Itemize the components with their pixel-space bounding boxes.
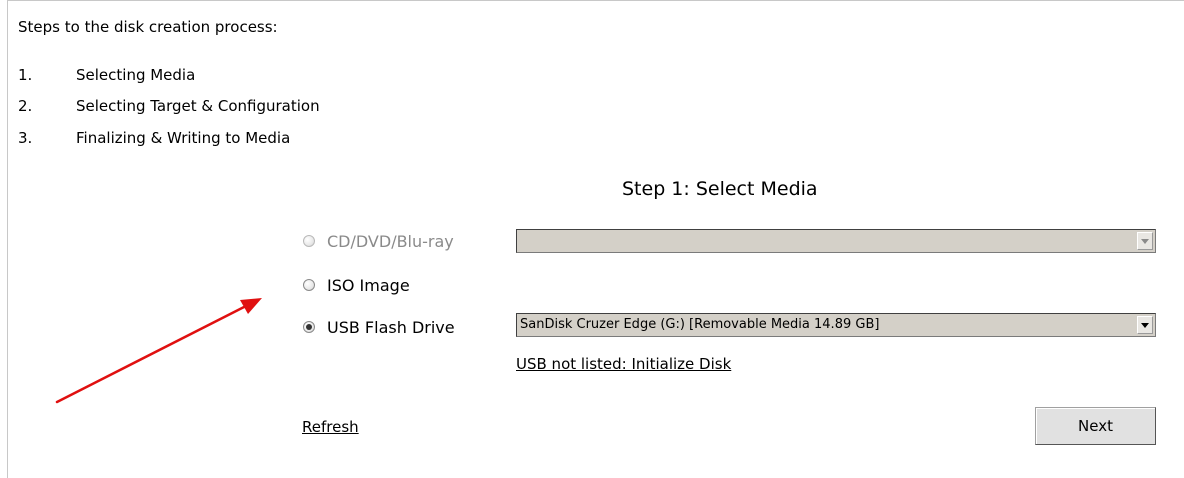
usb-drive-select[interactable]: SanDisk Cruzer Edge (G:) [Removable Medi… (516, 313, 1156, 337)
radio-option-iso[interactable]: ISO Image (303, 275, 410, 295)
radio-button-iso[interactable] (303, 279, 315, 291)
chevron-down-icon[interactable] (1137, 316, 1153, 334)
radio-option-usb[interactable]: USB Flash Drive (303, 317, 455, 337)
cd-dvd-drive-select[interactable] (516, 229, 1156, 253)
radio-button-cd-dvd[interactable] (303, 235, 315, 247)
intro-text: Steps to the disk creation process: (18, 18, 278, 36)
step-label-3: Finalizing & Writing to Media (76, 129, 291, 147)
step-number-2: 2. (18, 97, 33, 115)
step-number-3: 3. (18, 129, 33, 147)
radio-button-usb[interactable] (303, 321, 315, 333)
chevron-down-icon[interactable] (1137, 232, 1153, 250)
radio-label-iso: ISO Image (327, 275, 410, 295)
radio-option-cd-dvd[interactable]: CD/DVD/Blu-ray (303, 231, 454, 251)
radio-label-usb: USB Flash Drive (327, 317, 455, 337)
page-title: Step 1: Select Media (622, 178, 818, 200)
refresh-link[interactable]: Refresh (302, 418, 359, 436)
usb-drive-select-value: SanDisk Cruzer Edge (G:) [Removable Medi… (520, 317, 880, 332)
initialize-disk-link[interactable]: USB not listed: Initialize Disk (516, 355, 731, 373)
radio-label-cd-dvd: CD/DVD/Blu-ray (327, 231, 454, 251)
step-label-2: Selecting Target & Configuration (76, 97, 320, 115)
step-number-1: 1. (18, 66, 33, 84)
next-button[interactable]: Next (1035, 407, 1156, 445)
step-label-1: Selecting Media (76, 66, 196, 84)
